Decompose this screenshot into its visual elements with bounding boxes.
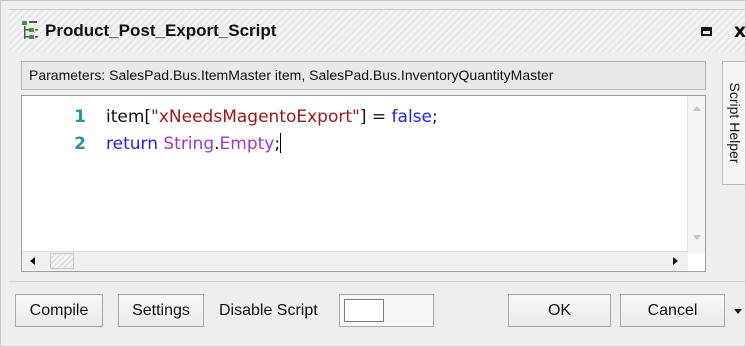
compile-button[interactable]: Compile: [15, 294, 103, 327]
line-number: 1: [74, 107, 86, 127]
maximize-button[interactable]: [697, 23, 715, 39]
window-title: Product_Post_Export_Script: [45, 21, 277, 40]
script-tree-icon: [22, 21, 38, 39]
disable-script-toggle[interactable]: [339, 294, 434, 327]
keyword-token: return: [106, 134, 158, 154]
vertical-scrollbar[interactable]: [687, 96, 705, 254]
horizontal-scrollbar[interactable]: [22, 251, 688, 271]
code-editor[interactable]: 1 item["xNeedsMagentoExport"] = false; 2…: [21, 95, 706, 272]
line-number: 2: [74, 134, 86, 154]
scroll-down-icon[interactable]: [693, 235, 701, 240]
code-token: ;: [432, 107, 438, 127]
parameters-bar: Parameters: SalesPad.Bus.ItemMaster item…: [21, 61, 706, 90]
close-button[interactable]: x: [729, 19, 745, 43]
code-text[interactable]: return String.Empty;: [106, 131, 282, 157]
ok-button[interactable]: OK: [508, 294, 611, 327]
scroll-up-icon[interactable]: [693, 106, 701, 111]
script-helper-tab[interactable]: Script Helper: [722, 61, 745, 185]
type-token: Empty: [219, 134, 275, 154]
text-caret: [280, 133, 282, 153]
keyword-token: false: [391, 107, 432, 127]
scroll-right-icon[interactable]: [673, 257, 678, 265]
scrollbar-thumb[interactable]: [50, 253, 74, 269]
maximize-icon: [700, 26, 712, 36]
code-token: ] =: [359, 107, 392, 127]
code-token: item[: [106, 107, 152, 127]
disable-script-label: Disable Script: [219, 302, 318, 319]
script-editor-window: Product_Post_Export_Script x Parameters:…: [0, 0, 746, 347]
chevron-down-icon: [734, 309, 742, 314]
toggle-knob: [344, 299, 384, 322]
settings-button[interactable]: Settings: [118, 294, 204, 327]
code-text[interactable]: item["xNeedsMagentoExport"] = false;: [106, 104, 438, 130]
scroll-left-icon[interactable]: [30, 257, 35, 265]
script-helper-label: Script Helper: [727, 82, 743, 164]
type-token: String: [163, 134, 215, 154]
more-options-button[interactable]: [731, 294, 745, 327]
title-bar[interactable]: Product_Post_Export_Script x: [9, 9, 745, 52]
cancel-button[interactable]: Cancel: [620, 294, 725, 327]
bottom-toolbar: Compile Settings Disable Script OK Cance…: [9, 281, 745, 344]
string-token: "xNeedsMagentoExport": [151, 107, 360, 127]
